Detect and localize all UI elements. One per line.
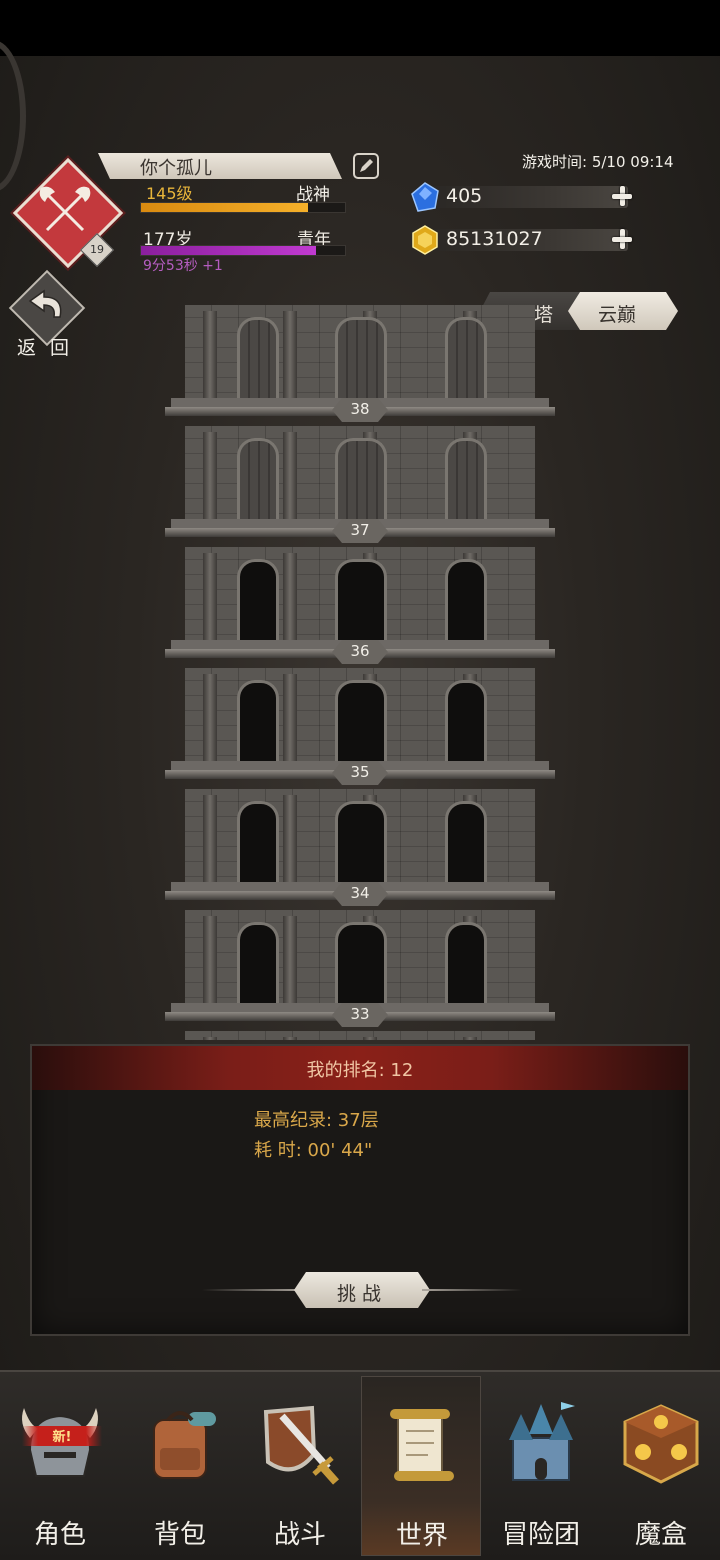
player-name-bar: 你个孤儿 [98, 153, 342, 179]
sword-shield-icon [263, 1405, 339, 1485]
edit-icon [360, 159, 373, 172]
tower-floor[interactable]: 34 [165, 779, 555, 906]
nav-label: 魔盒 [634, 1520, 687, 1550]
back-arrow-icon [28, 289, 62, 318]
gem-counter: 405 [410, 182, 635, 212]
edit-name-button[interactable] [353, 153, 379, 179]
time-used: 耗 时: 00' 44" [254, 1140, 373, 1161]
game-time: 游戏时间: 5/10 09:14 [522, 153, 674, 171]
ranking-panel: 我的排名: 12 最高纪录: 37层 耗 时: 00' 44" 挑战 [30, 1044, 690, 1336]
age-timer: 9分53秒 +1 [143, 258, 223, 274]
gold-coin-icon [412, 225, 438, 255]
challenge-button[interactable]: 挑战 [294, 1272, 430, 1308]
emblem-level-badge: 19 [80, 233, 114, 267]
divider-left [202, 1289, 302, 1291]
nav-backpack[interactable]: 背包 [120, 1376, 240, 1556]
gold-amount: 85131027 [446, 228, 543, 250]
player-level: 145级 [146, 184, 193, 203]
level-progress-bar [140, 202, 346, 213]
nav-label: 世界 [395, 1521, 448, 1551]
castle-icon [509, 1402, 575, 1481]
nav-character[interactable]: 新! 角色 [0, 1376, 120, 1556]
nav-label: 背包 [153, 1520, 206, 1550]
backpack-icon [153, 1411, 216, 1479]
divider-right [422, 1289, 522, 1291]
status-bar [0, 0, 720, 56]
magic-box-icon [623, 1404, 699, 1484]
tower-floor[interactable]: 35 [165, 658, 555, 785]
nav-label: 战斗 [273, 1520, 326, 1550]
gold-counter: 85131027 [410, 225, 635, 255]
ranking-header: 我的排名: 12 [32, 1046, 688, 1090]
nav-adventure-group[interactable]: 冒险团 [481, 1376, 601, 1556]
tower-view[interactable]: 38 37 36 35 34 33 [165, 305, 555, 1040]
nav-battle[interactable]: 战斗 [240, 1376, 360, 1556]
best-record: 最高纪录: 37层 [254, 1110, 379, 1131]
nav-world[interactable]: 世界 [361, 1376, 481, 1556]
scroll-icon [390, 1409, 454, 1481]
tab-peak[interactable]: 云巅 [568, 292, 678, 330]
my-rank: 我的排名: 12 [306, 1060, 414, 1081]
back-label: 返 回 [16, 337, 74, 359]
bottom-nav: 新! 角色 背包 战斗 世界 冒险团 魔盒 [0, 1370, 720, 1560]
tower-floor[interactable]: 38 [165, 305, 555, 422]
screen: 19 你个孤儿 145级 战神 177岁 青年 9分53秒 +1 游戏时间: 5… [0, 0, 720, 1560]
back-button[interactable]: 返 回 [8, 269, 86, 359]
blue-gem-icon [411, 182, 439, 212]
tower-floor[interactable] [165, 1021, 555, 1040]
challenge-area: 挑战 [202, 1270, 522, 1310]
tower-floor[interactable]: 37 [165, 416, 555, 543]
crossed-axes-icon [39, 186, 91, 232]
nav-magic-box[interactable]: 魔盒 [601, 1376, 720, 1556]
gem-amount: 405 [446, 185, 483, 207]
player-name: 你个孤儿 [140, 158, 212, 179]
tower-floor[interactable]: 36 [165, 537, 555, 664]
new-badge: 新! [22, 1426, 102, 1446]
add-gold-button[interactable] [610, 227, 634, 251]
class-emblem[interactable]: 19 [12, 157, 124, 269]
nav-label: 角色 [33, 1520, 86, 1550]
tower-floor[interactable]: 33 [165, 900, 555, 1027]
nav-label: 冒险团 [501, 1520, 580, 1550]
add-gems-button[interactable] [610, 184, 634, 208]
